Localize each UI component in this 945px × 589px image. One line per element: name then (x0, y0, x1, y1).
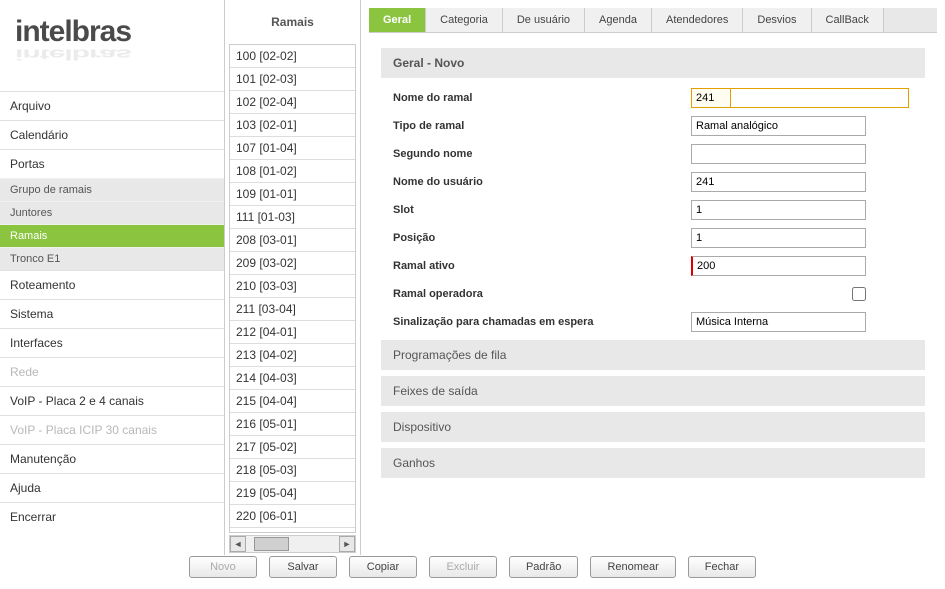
ramais-item[interactable]: 212 [04-01] (230, 321, 355, 344)
ramais-item[interactable]: 102 [02-04] (230, 91, 355, 114)
checkbox-ramal-operadora[interactable] (852, 287, 866, 301)
nav-calendario[interactable]: Calendário (0, 121, 224, 149)
select-ramal-ativo[interactable]: 200 (691, 256, 866, 276)
label-nome-usuario: Nome do usuário (381, 176, 691, 188)
tab-categoria[interactable]: Categoria (426, 8, 503, 32)
section-ganhos[interactable]: Ganhos (381, 448, 925, 478)
ramais-item[interactable]: 111 [01-03] (230, 206, 355, 229)
label-posicao: Posição (381, 232, 691, 244)
tabs-bar: GeralCategoriaDe usuárioAgendaAtendedore… (369, 8, 937, 33)
select-tipo-ramal[interactable]: Ramal analógico (691, 116, 866, 136)
main-content: GeralCategoriaDe usuárioAgendaAtendedore… (361, 0, 945, 555)
tab-de-usuário[interactable]: De usuário (503, 8, 585, 32)
nav-roteamento[interactable]: Roteamento (0, 271, 224, 299)
tab-geral[interactable]: Geral (369, 8, 426, 32)
label-segundo-nome: Segundo nome (381, 148, 691, 160)
ramais-list[interactable]: 100 [02-02]101 [02-03]102 [02-04]103 [02… (229, 44, 356, 533)
ramais-item[interactable]: 108 [01-02] (230, 160, 355, 183)
select-slot[interactable]: 1 (691, 200, 866, 220)
label-sinalizacao: Sinalização para chamadas em espera (381, 316, 691, 328)
ramais-item[interactable]: 107 [01-04] (230, 137, 355, 160)
input-nome-ramal[interactable] (691, 88, 731, 108)
ramais-item[interactable]: 208 [03-01] (230, 229, 355, 252)
nav-juntores[interactable]: Juntores (0, 201, 224, 224)
nav-rede[interactable]: Rede (0, 358, 224, 386)
ramais-item[interactable]: 216 [05-01] (230, 413, 355, 436)
nav-portas[interactable]: Portas (0, 150, 224, 178)
label-nome-ramal: Nome do ramal (381, 92, 691, 104)
nav-manutencao[interactable]: Manutenção (0, 445, 224, 473)
ramais-item[interactable]: 211 [03-04] (230, 298, 355, 321)
nav-interfaces[interactable]: Interfaces (0, 329, 224, 357)
ramais-item[interactable]: 103 [02-01] (230, 114, 355, 137)
tab-callback[interactable]: CallBack (812, 8, 884, 32)
label-slot: Slot (381, 204, 691, 216)
section-dispositivo[interactable]: Dispositivo (381, 412, 925, 442)
ramais-item[interactable]: 109 [01-01] (230, 183, 355, 206)
ramais-panel: Ramais 100 [02-02]101 [02-03]102 [02-04]… (225, 0, 361, 555)
tab-desvios[interactable]: Desvios (743, 8, 811, 32)
form-content: Geral - Novo Nome do ramal Tipo de ramal… (361, 33, 945, 555)
tab-atendedores[interactable]: Atendedores (652, 8, 743, 32)
ramais-item[interactable]: 210 [03-03] (230, 275, 355, 298)
ramais-item[interactable]: 214 [04-03] (230, 367, 355, 390)
fechar-button[interactable]: Fechar (688, 556, 756, 578)
nav-ajuda[interactable]: Ajuda (0, 474, 224, 502)
label-tipo-ramal: Tipo de ramal (381, 120, 691, 132)
label-ramal-ativo: Ramal ativo (381, 260, 691, 272)
ramais-header: Ramais (225, 0, 360, 44)
nav-voip-2-4[interactable]: VoIP - Placa 2 e 4 canais (0, 387, 224, 415)
novo-button[interactable]: Novo (189, 556, 257, 578)
sidebar-nav: intelbras intelbras Arquivo Calendário P… (0, 0, 225, 555)
nav-voip-30[interactable]: VoIP - Placa ICIP 30 canais (0, 416, 224, 444)
padrao-button[interactable]: Padrão (509, 556, 578, 578)
input-nome-ramal-extra[interactable] (731, 88, 909, 108)
ramais-item[interactable]: 101 [02-03] (230, 68, 355, 91)
button-bar: Novo Salvar Copiar Excluir Padrão Renome… (0, 550, 945, 584)
logo: intelbras intelbras (0, 0, 224, 91)
scroll-thumb[interactable] (254, 537, 289, 551)
renomear-button[interactable]: Renomear (590, 556, 675, 578)
ramais-item[interactable]: 213 [04-02] (230, 344, 355, 367)
ramais-item[interactable]: 218 [05-03] (230, 459, 355, 482)
ramais-item[interactable]: 209 [03-02] (230, 252, 355, 275)
ramais-item[interactable]: 100 [02-02] (230, 45, 355, 68)
nav-grupo-ramais[interactable]: Grupo de ramais (0, 178, 224, 201)
nav-sistema[interactable]: Sistema (0, 300, 224, 328)
ramais-item[interactable]: 217 [05-02] (230, 436, 355, 459)
section-feixes[interactable]: Feixes de saída (381, 376, 925, 406)
section-geral-novo: Geral - Novo (381, 48, 925, 78)
input-nome-usuario[interactable] (691, 172, 866, 192)
label-ramal-operadora: Ramal operadora (381, 288, 691, 300)
section-prog-fila[interactable]: Programações de fila (381, 340, 925, 370)
select-posicao[interactable]: 1 (691, 228, 866, 248)
nav-arquivo[interactable]: Arquivo (0, 92, 224, 120)
logo-reflection: intelbras (15, 46, 209, 63)
logo-text: intelbras (15, 15, 209, 49)
ramais-item[interactable]: 219 [05-04] (230, 482, 355, 505)
nav-encerrar[interactable]: Encerrar (0, 503, 224, 531)
excluir-button[interactable]: Excluir (429, 556, 497, 578)
ramais-item[interactable]: 215 [04-04] (230, 390, 355, 413)
ramais-item[interactable]: 220 [06-01] (230, 505, 355, 528)
input-segundo-nome[interactable] (691, 144, 866, 164)
input-nome-ramal-wrap (691, 88, 866, 108)
nav-ramais[interactable]: Ramais (0, 224, 224, 247)
copiar-button[interactable]: Copiar (349, 556, 417, 578)
select-sinalizacao[interactable]: Música Interna (691, 312, 866, 332)
tab-agenda[interactable]: Agenda (585, 8, 652, 32)
salvar-button[interactable]: Salvar (269, 556, 337, 578)
nav-tronco-e1[interactable]: Tronco E1 (0, 247, 224, 270)
